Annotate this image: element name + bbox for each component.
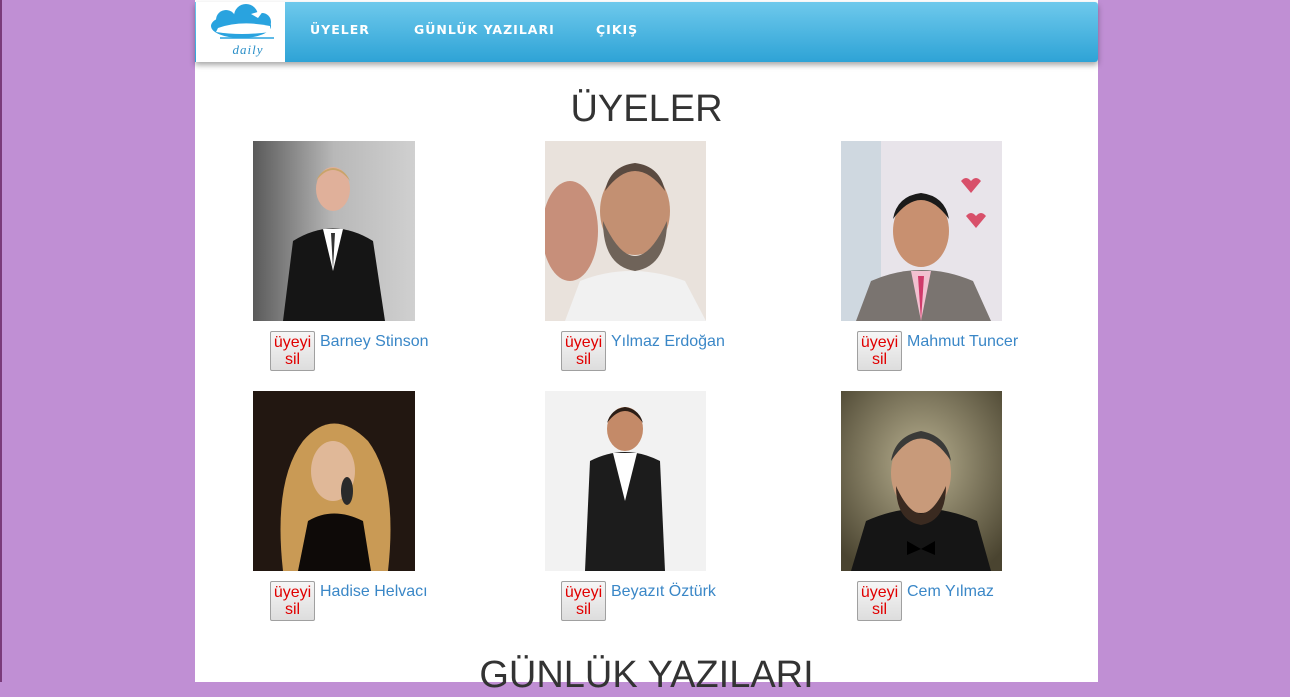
member-photo xyxy=(253,391,415,571)
member-photo xyxy=(253,141,415,321)
member-photo-image xyxy=(841,391,1002,571)
member-photo xyxy=(841,141,1002,321)
delete-member-button[interactable]: üyeyi sil xyxy=(270,581,315,621)
member-name-link[interactable]: Mahmut Tuncer xyxy=(907,333,1018,351)
member-photo-image xyxy=(253,141,415,321)
delete-member-button[interactable]: üyeyi sil xyxy=(857,581,902,621)
member-photo xyxy=(545,141,706,321)
member-name-link[interactable]: Cem Yılmaz xyxy=(907,583,994,601)
members-heading: ÜYELER xyxy=(570,88,723,130)
window-edge xyxy=(0,0,2,682)
member-photo-image xyxy=(545,141,706,321)
delete-member-button[interactable]: üyeyi sil xyxy=(561,331,606,371)
top-navbar: daily ÜYELER GÜNLÜK YAZILARI ÇIKIŞ xyxy=(195,2,1098,62)
delete-member-button[interactable]: üyeyi sil xyxy=(857,331,902,371)
nav-link-members[interactable]: ÜYELER xyxy=(310,22,370,42)
member-photo xyxy=(545,391,706,571)
member-photo-image xyxy=(253,391,415,571)
nav-link-daily-posts[interactable]: GÜNLÜK YAZILARI xyxy=(414,22,555,42)
delete-member-button[interactable]: üyeyi sil xyxy=(270,331,315,371)
member-name-link[interactable]: Yılmaz Erdoğan xyxy=(611,333,725,351)
member-name-link[interactable]: Barney Stinson xyxy=(320,333,429,351)
page-container: daily ÜYELER GÜNLÜK YAZILARI ÇIKIŞ ÜYELE… xyxy=(195,0,1098,696)
brand-logo[interactable]: daily xyxy=(196,2,285,62)
daily-posts-heading: GÜNLÜK YAZILARI xyxy=(479,654,814,696)
nav-link-logout[interactable]: ÇIKIŞ xyxy=(596,22,638,42)
member-name-link[interactable]: Beyazıt Öztürk xyxy=(611,583,716,601)
member-photo xyxy=(841,391,1002,571)
member-name-link[interactable]: Hadise Helvacı xyxy=(320,583,428,601)
member-photo-image xyxy=(841,141,1002,321)
member-photo-image xyxy=(545,391,706,571)
logo-text: daily xyxy=(232,42,264,57)
delete-member-button[interactable]: üyeyi sil xyxy=(561,581,606,621)
